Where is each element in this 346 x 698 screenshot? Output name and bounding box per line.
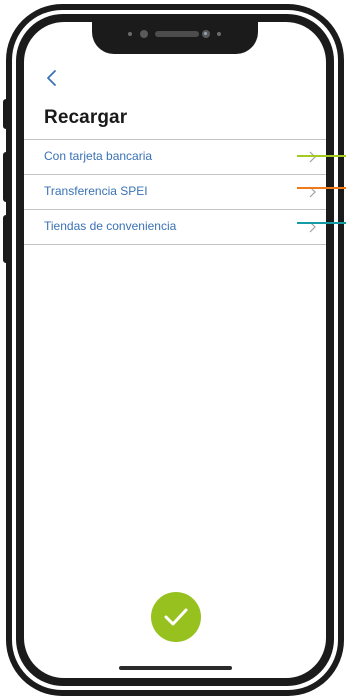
checkmark-icon [164, 608, 188, 626]
home-indicator [119, 666, 232, 670]
option-label: Tiendas de conveniencia [44, 219, 177, 233]
camera-icon [140, 30, 148, 38]
notch-dot [217, 32, 221, 36]
page-title: Recargar [44, 107, 128, 128]
option-label: Con tarjeta bancaria [44, 149, 153, 163]
notch-dot [128, 32, 132, 36]
sensor-icon [202, 30, 210, 38]
chevron-left-icon [47, 70, 56, 86]
recharge-options-list: Con tarjeta bancaria Transferencia SPEI … [24, 139, 326, 245]
callout-line-orange [297, 187, 346, 189]
notch [92, 22, 258, 54]
phone-mockup: Recargar Con tarjeta bancaria Transferen… [0, 0, 346, 698]
option-bank-card[interactable]: Con tarjeta bancaria [24, 139, 326, 174]
option-convenience-stores[interactable]: Tiendas de conveniencia [24, 209, 326, 245]
option-spei-transfer[interactable]: Transferencia SPEI [24, 174, 326, 209]
callout-line-green [297, 155, 346, 157]
chevron-right-icon [309, 151, 316, 163]
app-screen: Recargar Con tarjeta bancaria Transferen… [24, 22, 326, 678]
back-button[interactable] [44, 68, 60, 88]
callout-line-teal [297, 222, 346, 224]
option-label: Transferencia SPEI [44, 184, 148, 198]
confirm-button[interactable] [151, 592, 201, 642]
speaker-grille [155, 31, 199, 37]
